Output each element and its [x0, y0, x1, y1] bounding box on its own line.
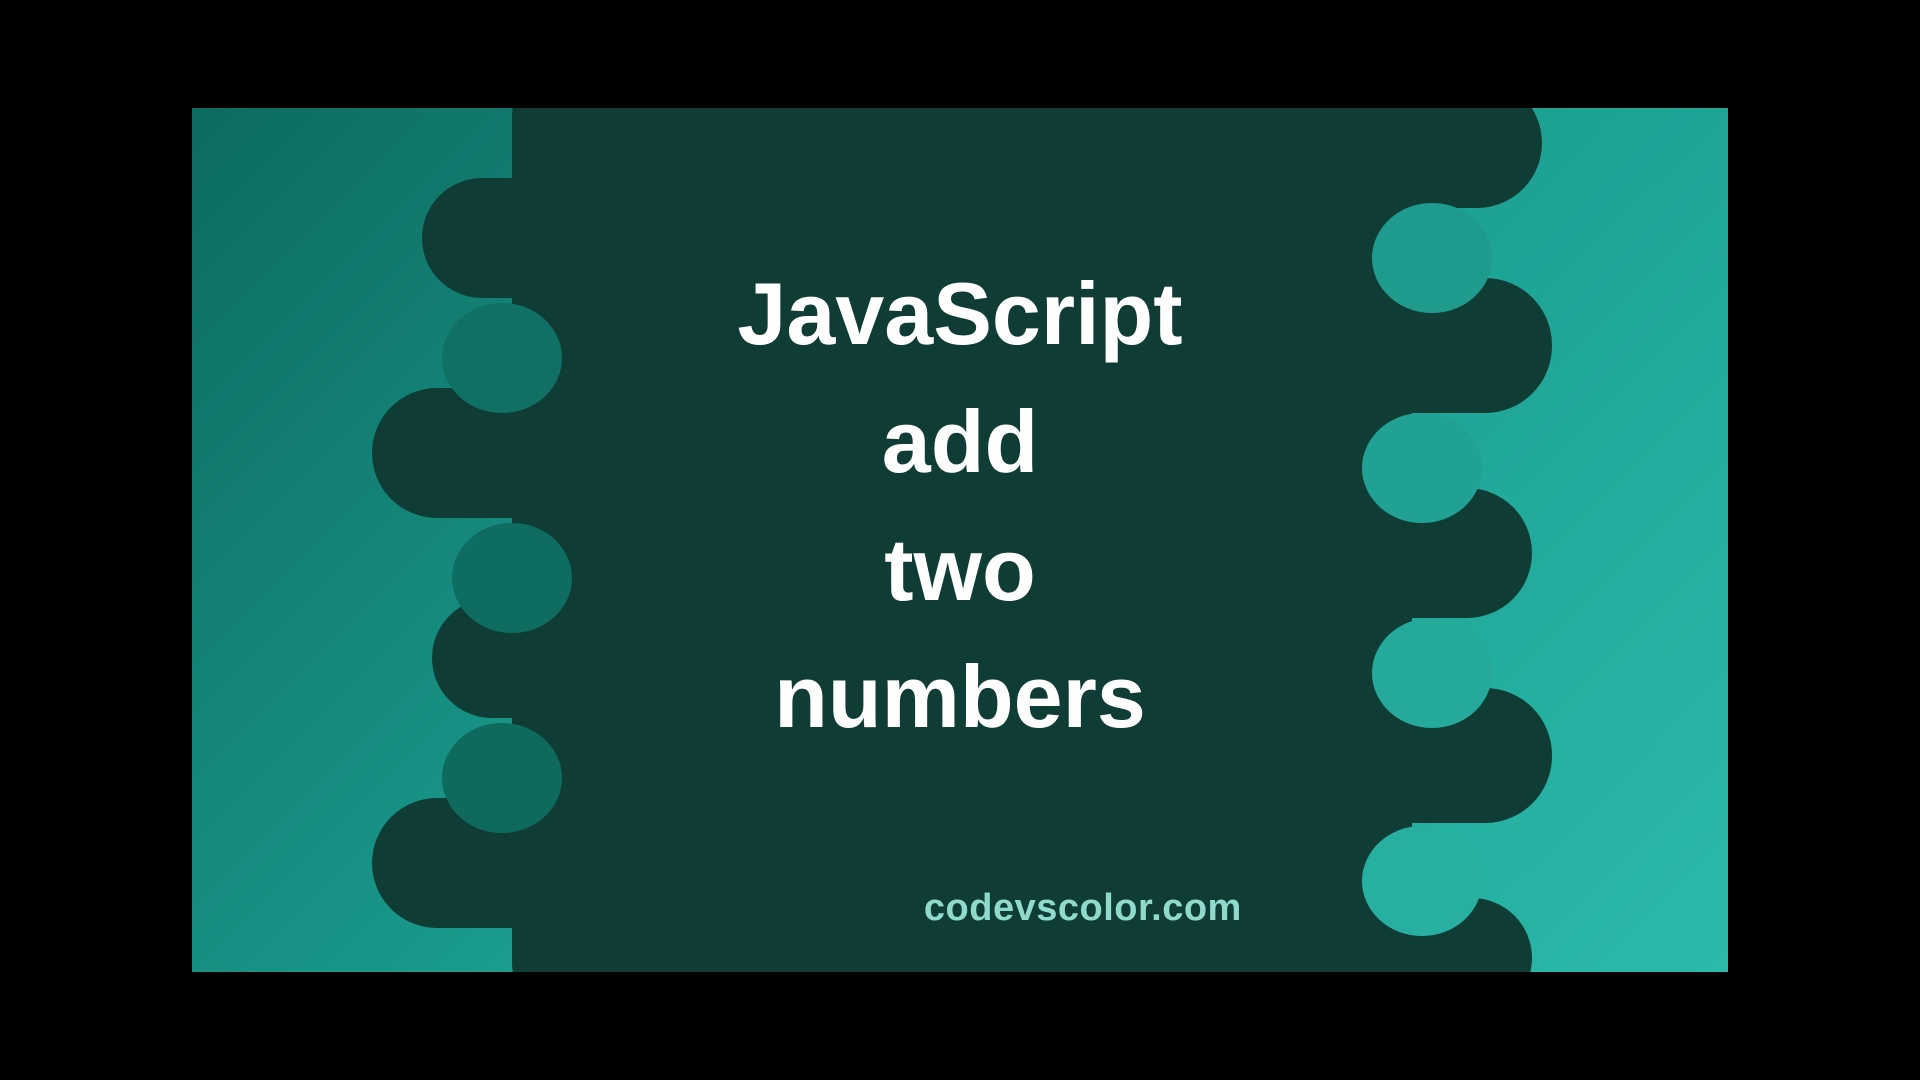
blob-cut	[1362, 413, 1482, 523]
blob-cut	[442, 723, 562, 833]
blob-bump	[1312, 108, 1542, 208]
blob-bump	[422, 178, 622, 298]
banner-canvas: JavaScript add two numbers codevscolor.c…	[192, 108, 1728, 972]
blob-cut	[1372, 203, 1492, 313]
blob-cut	[452, 523, 572, 633]
blob-cut	[1372, 618, 1492, 728]
banner-title: JavaScript add two numbers	[737, 250, 1182, 760]
blob-cut	[442, 303, 562, 413]
site-credit: codevscolor.com	[924, 887, 1242, 930]
blob-cut	[1362, 826, 1482, 936]
